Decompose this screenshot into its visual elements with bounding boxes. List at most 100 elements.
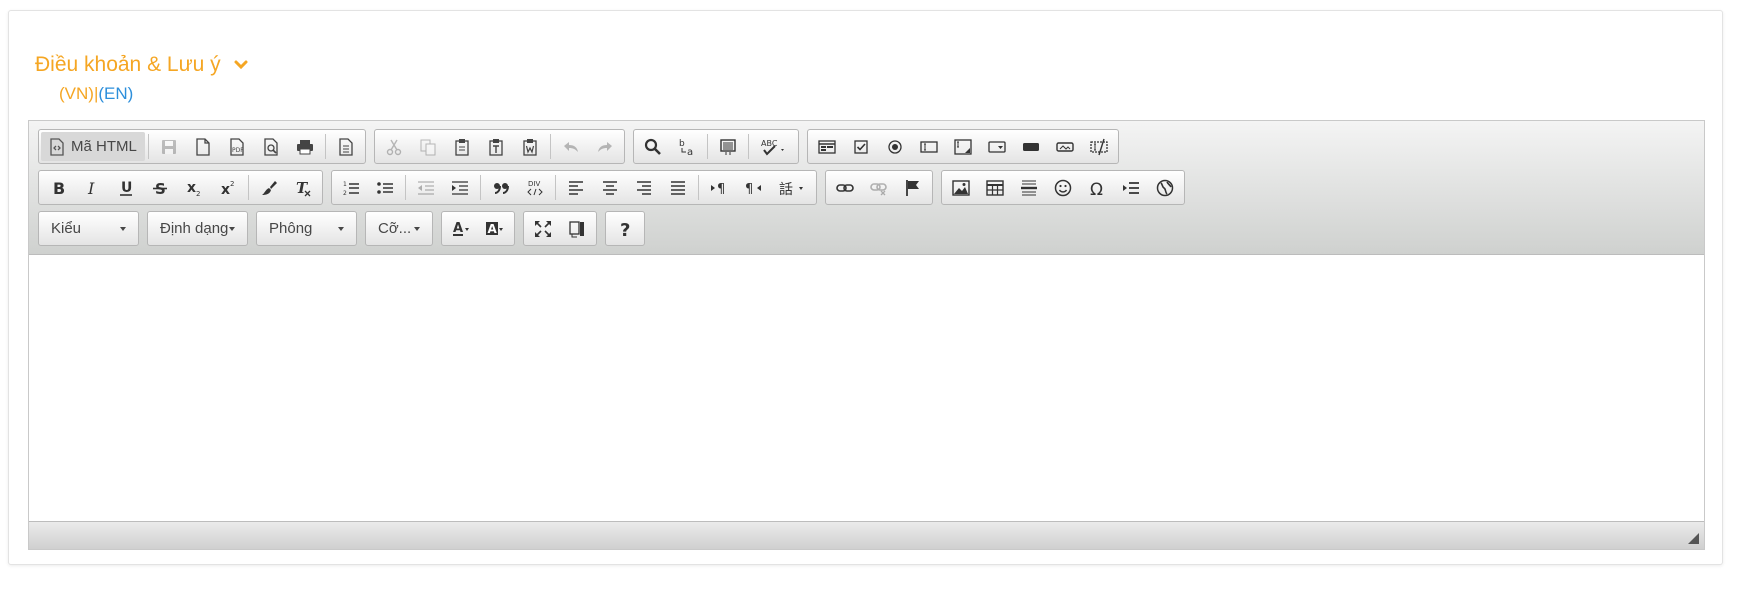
replace-button[interactable]: ba <box>670 132 704 161</box>
svg-text:2: 2 <box>196 190 200 198</box>
smiley-button[interactable] <box>1046 173 1080 202</box>
cut-button[interactable] <box>377 132 411 161</box>
redo-button[interactable] <box>588 132 622 161</box>
subscript-button[interactable]: x2 <box>177 173 211 202</box>
select-field-button[interactable] <box>980 132 1014 161</box>
font-dropdown[interactable]: Phông <box>256 211 357 246</box>
chevron-down-icon[interactable] <box>233 57 249 73</box>
spellcheck-button[interactable]: ABC <box>752 132 796 161</box>
hidden-field-button[interactable] <box>1082 132 1116 161</box>
paste-word-button[interactable] <box>513 132 547 161</box>
font-size-dropdown[interactable]: Cỡ... <box>365 211 433 246</box>
image-button-button[interactable] <box>1048 132 1082 161</box>
radio-button[interactable] <box>878 132 912 161</box>
toolbar-separator <box>747 134 749 159</box>
spellcheck-icon: ABC <box>761 139 784 156</box>
search-icon <box>644 138 661 155</box>
text-direction-rtl-button[interactable]: ¶ <box>736 173 770 202</box>
format-dropdown-label: Định dạng <box>160 220 229 237</box>
remove-format-icon: T <box>296 179 311 197</box>
indent-icon <box>452 180 468 195</box>
templates-button[interactable] <box>329 132 363 161</box>
image-button[interactable] <box>944 173 978 202</box>
toolbar-group-forms <box>806 129 1119 164</box>
export-pdf-button[interactable]: PDF <box>220 132 254 161</box>
anchor-button[interactable] <box>896 173 930 202</box>
select-all-icon <box>720 138 736 155</box>
toolbar-separator <box>698 175 699 200</box>
save-button[interactable] <box>152 132 186 161</box>
undo-button[interactable] <box>554 132 588 161</box>
style-dropdown-label: Kiểu <box>51 220 82 237</box>
text-color-button[interactable]: A <box>444 214 478 243</box>
align-right-button[interactable] <box>627 173 661 202</box>
paste-text-button[interactable] <box>479 132 513 161</box>
select-all-button[interactable] <box>711 132 745 161</box>
printer-icon <box>296 139 313 154</box>
ltr-icon: ¶ <box>711 182 725 197</box>
copy-button[interactable] <box>411 132 445 161</box>
svg-text:2: 2 <box>343 190 347 197</box>
checkbox-button[interactable] <box>844 132 878 161</box>
preview-button[interactable] <box>254 132 288 161</box>
lang-en-link[interactable]: (EN) <box>98 84 133 103</box>
blockquote-button[interactable] <box>484 173 518 202</box>
style-dropdown[interactable]: Kiểu <box>38 211 139 246</box>
link-button[interactable] <box>828 173 862 202</box>
show-blocks-button[interactable] <box>560 214 594 243</box>
horizontal-line-button[interactable] <box>1012 173 1046 202</box>
background-color-button[interactable]: A <box>478 214 512 243</box>
find-button[interactable] <box>636 132 670 161</box>
radio-icon <box>888 139 902 154</box>
copy-formatting-button[interactable] <box>252 173 286 202</box>
bold-button[interactable]: B <box>41 173 75 202</box>
page-break-button[interactable] <box>1114 173 1148 202</box>
strikethrough-icon: S <box>153 180 167 198</box>
form-button-button[interactable] <box>1014 132 1048 161</box>
superscript-button[interactable]: x2 <box>211 173 245 202</box>
iframe-button[interactable] <box>1148 173 1182 202</box>
align-left-button[interactable] <box>559 173 593 202</box>
toolbar-group-basicstyles: B I U S x2 x2 T <box>38 170 323 205</box>
source-button[interactable]: Mã HTML <box>41 132 145 161</box>
editor-status-bar <box>29 521 1704 549</box>
bulleted-list-button[interactable] <box>368 173 402 202</box>
text-field-button[interactable] <box>912 132 946 161</box>
italic-button[interactable]: I <box>75 173 109 202</box>
resize-handle-icon[interactable] <box>1688 533 1699 544</box>
special-char-button[interactable]: Ω <box>1080 173 1114 202</box>
about-button[interactable]: ? <box>608 214 642 243</box>
format-dropdown[interactable]: Định dạng <box>147 211 248 246</box>
strikethrough-button[interactable]: S <box>143 173 177 202</box>
rtl-icon: ¶ <box>745 182 761 197</box>
paste-text-icon <box>489 138 503 156</box>
numbered-list-button[interactable]: 12 <box>334 173 368 202</box>
lang-vn-link[interactable]: (VN) <box>59 84 94 103</box>
underline-button[interactable]: U <box>109 173 143 202</box>
align-center-button[interactable] <box>593 173 627 202</box>
quote-icon <box>494 182 509 194</box>
editor-content-area[interactable] <box>29 255 1704 492</box>
increase-indent-button[interactable] <box>443 173 477 202</box>
toolbar-group-document: Mã HTML PDF <box>38 129 366 164</box>
paste-word-icon <box>523 138 537 156</box>
create-div-button[interactable]: DIV <box>518 173 552 202</box>
print-button[interactable] <box>288 132 322 161</box>
remove-format-button[interactable]: T <box>286 173 320 202</box>
svg-text:PDF: PDF <box>232 147 244 154</box>
language-button[interactable]: 話 <box>770 173 814 202</box>
new-page-button[interactable] <box>186 132 220 161</box>
toolbar-separator <box>324 134 326 159</box>
text-direction-ltr-button[interactable]: ¶ <box>702 173 736 202</box>
toolbar-separator <box>147 134 149 159</box>
paste-button[interactable] <box>445 132 479 161</box>
section-header[interactable]: Điều khoản & Lưu ý <box>35 53 249 77</box>
textarea-button[interactable] <box>946 132 980 161</box>
table-button[interactable] <box>978 173 1012 202</box>
svg-text:Ω: Ω <box>1090 180 1103 198</box>
decrease-indent-button[interactable] <box>409 173 443 202</box>
justify-button[interactable] <box>661 173 695 202</box>
unlink-button[interactable] <box>862 173 896 202</box>
maximize-button[interactable] <box>526 214 560 243</box>
form-button[interactable] <box>810 132 844 161</box>
